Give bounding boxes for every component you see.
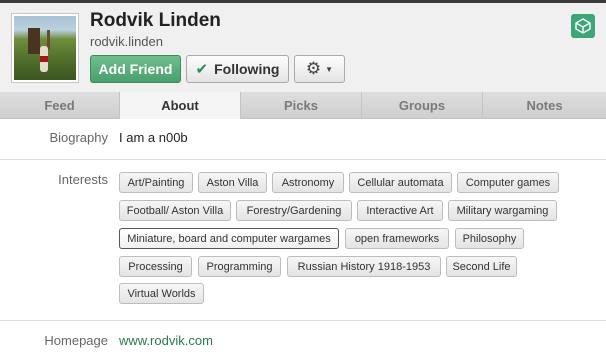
interest-chip[interactable]: Second Life [446,256,517,277]
tab-groups-label: Groups [398,97,446,113]
tab-notes[interactable]: Notes [483,92,606,118]
tab-picks-label: Picks [284,97,318,113]
avatar[interactable] [11,13,79,83]
tab-feed[interactable]: Feed [0,92,120,118]
interest-chip[interactable]: Cellular automata [349,172,452,193]
tab-picks[interactable]: Picks [241,92,362,118]
following-button[interactable]: ✔ Following [186,55,289,83]
homepage-link[interactable]: www.rodvik.com [119,333,213,348]
interest-chip[interactable]: open frameworks [345,228,449,249]
interest-chip[interactable]: Philosophy [455,228,524,249]
interest-chip[interactable]: Programming [198,256,281,277]
interest-chip[interactable]: Art/Painting [119,172,193,193]
add-friend-button[interactable]: Add Friend [90,55,181,83]
interest-chip[interactable]: Interactive Art [357,200,443,221]
biography-label: Biography [49,130,108,145]
interest-chip[interactable]: Aston Villa [198,172,267,193]
check-icon: ✔ [195,61,209,78]
settings-dropdown-button[interactable]: ⚙ ▼ [294,55,345,83]
profile-tabs: Feed About Picks Groups Notes [0,92,606,119]
gear-icon: ⚙ [305,59,322,78]
interest-chip[interactable]: Russian History 1918-1953 [287,256,441,277]
profile-header: Rodvik Linden rodvik.linden Add Friend ✔… [0,3,606,92]
avatar-tree-shape [28,28,40,54]
tab-feed-label: Feed [44,97,75,113]
tab-groups[interactable]: Groups [362,92,483,118]
interest-chip[interactable]: Processing [119,256,192,277]
interests-label: Interests [58,172,108,187]
interest-chip[interactable]: Computer games [457,172,559,193]
profile-username: rodvik.linden [90,34,163,49]
homepage-label: Homepage [44,333,108,348]
chevron-down-icon: ▼ [325,64,334,74]
interest-chip[interactable]: Astronomy [272,172,344,193]
biography-divider [0,159,606,160]
interest-chip-selected[interactable]: Miniature, board and computer wargames [119,228,339,249]
add-friend-label: Add Friend [98,61,173,77]
tab-notes-label: Notes [526,97,563,113]
interest-chip[interactable]: Military wargaming [448,200,557,221]
interest-chip[interactable]: Virtual Worlds [119,283,204,304]
tab-about[interactable]: About [120,92,241,119]
interest-chip[interactable]: Football/ Aston Villa [119,200,231,221]
biography-text: I am a n00b [119,130,188,145]
interest-chip[interactable]: Forestry/Gardening [236,200,352,221]
tab-about-label: About [161,98,199,113]
avatar-image [14,16,76,80]
interests-divider [0,320,606,321]
profile-display-name: Rodvik Linden [90,10,221,31]
following-label: Following [214,61,280,77]
avatar-figure-belt [40,56,48,62]
second-life-cube-icon[interactable] [571,14,595,38]
